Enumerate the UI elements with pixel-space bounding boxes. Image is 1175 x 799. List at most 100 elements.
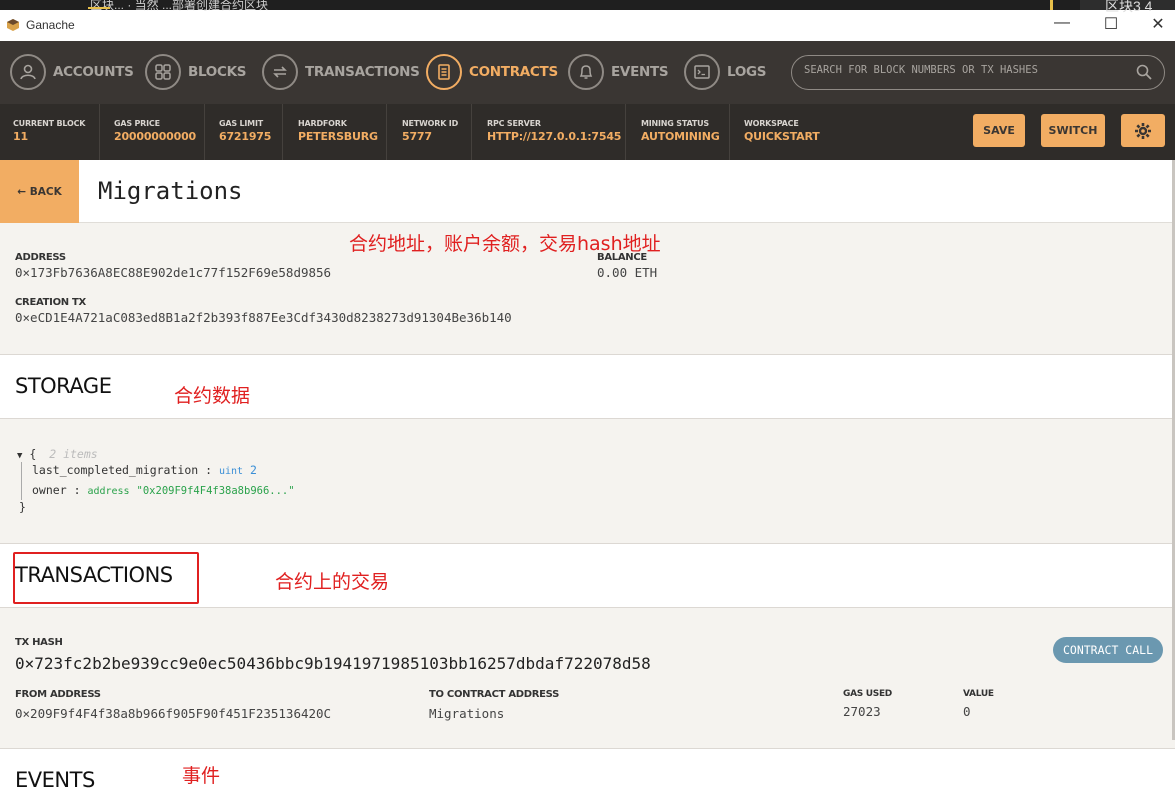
nav-transactions-label: TRANSACTIONS (305, 64, 420, 80)
to-contract-label: TO CONTRACT ADDRESS (429, 689, 560, 700)
value-label: VALUE (963, 689, 994, 699)
status-network-id: NETWORK ID 5777 (387, 104, 472, 160)
divider (0, 418, 1175, 419)
account-icon (10, 54, 46, 90)
contract-call-badge: CONTRACT CALL (1053, 637, 1163, 663)
status-hardfork: HARDFORK PETERSBURG (283, 104, 387, 160)
from-address-label: FROM ADDRESS (15, 689, 101, 700)
bell-icon (568, 54, 604, 90)
json-value: 2 (250, 463, 257, 477)
status-value: 20000000000 (114, 130, 196, 143)
nav-accounts-label: ACCOUNTS (53, 64, 134, 80)
status-label: GAS LIMIT (219, 119, 263, 128)
storage-json-open[interactable]: ▼ { 2 items (17, 447, 98, 461)
nav-transactions[interactable]: TRANSACTIONS (262, 53, 420, 91)
nav-contracts[interactable]: CONTRACTS (426, 53, 558, 91)
collapse-caret-icon[interactable]: ▼ (17, 451, 22, 461)
background-underline (88, 7, 110, 9)
json-tree-line (21, 462, 22, 500)
close-button[interactable]: ✕ (1148, 14, 1168, 34)
status-rpc-server: RPC SERVER HTTP://127.0.0.1:7545 (472, 104, 626, 160)
json-sep: : (73, 483, 81, 497)
switch-button[interactable]: SWITCH (1041, 114, 1105, 147)
contracts-icon (426, 54, 462, 90)
page-header: ← BACK Migrations (0, 160, 1175, 223)
nav-accounts[interactable]: ACCOUNTS (10, 53, 134, 91)
background-window-strip: 区块... · 当然 ...部署创建合约区块 区块3 4 (0, 0, 1175, 14)
search-input[interactable] (804, 64, 1124, 76)
storage-heading: STORAGE (15, 374, 112, 398)
gear-icon (1135, 122, 1151, 139)
tx-hash-label: TX HASH (15, 637, 63, 648)
contract-address: 0×173Fb7636A8EC88E902de1c77f152F69e58d98… (15, 265, 332, 280)
json-entry-owner: owner : address "0x209F9f4F4f38a8b966...… (32, 483, 295, 497)
status-label: HARDFORK (298, 119, 347, 128)
annotation-events: 事件 (182, 765, 221, 787)
nav-blocks[interactable]: BLOCKS (145, 53, 246, 91)
events-heading: EVENTS (15, 768, 95, 792)
nav-events-label: EVENTS (611, 64, 669, 80)
status-current-block: CURRENT BLOCK 11 (0, 104, 100, 160)
gas-used-label: GAS USED (843, 689, 892, 699)
ganache-logo-icon (7, 19, 19, 31)
creation-tx-hash: 0×eCD1E4A721aC083ed8B1a2f2b393f887Ee3Cdf… (15, 310, 512, 325)
nav-events[interactable]: EVENTS (568, 53, 669, 91)
search-box (791, 55, 1165, 90)
status-value: HTTP://127.0.0.1:7545 (487, 130, 622, 143)
json-open-brace: { (29, 447, 37, 461)
status-value: QUICKSTART (744, 130, 820, 143)
from-address: 0×209F9f4F4f38a8b966f905F90f451F23513642… (15, 706, 332, 721)
json-type: uint (218, 466, 244, 477)
background-marker (1050, 0, 1053, 10)
status-value: AUTOMINING (641, 130, 720, 143)
json-type: address (87, 486, 130, 497)
json-item-count: 2 items (49, 447, 98, 461)
json-key: last_completed_migration (32, 463, 199, 477)
nav-logs-label: LOGS (727, 64, 767, 80)
status-value: 6721975 (219, 130, 272, 143)
annotation-storage: 合约数据 (174, 385, 251, 407)
nav-blocks-label: BLOCKS (188, 64, 247, 80)
status-gas-price: GAS PRICE 20000000000 (100, 104, 205, 160)
status-label: RPC SERVER (487, 119, 541, 128)
json-key: owner (32, 483, 67, 497)
status-label: NETWORK ID (402, 119, 459, 128)
status-label: GAS PRICE (114, 119, 160, 128)
json-close-brace: } (19, 500, 26, 514)
status-value: 11 (13, 130, 28, 143)
json-entry-last-completed-migration: last_completed_migration : uint 2 (32, 463, 257, 477)
search-icon[interactable] (1136, 64, 1152, 80)
annotation-highlight-box (13, 552, 199, 604)
back-button[interactable]: ← BACK (0, 160, 79, 223)
page-title: Migrations (98, 177, 243, 205)
window-titlebar: 区块... · 当然 ...部署创建合约区块 区块3 4 Ganache — ☐… (0, 0, 1175, 41)
transactions-icon (262, 54, 298, 90)
maximize-button[interactable]: ☐ (1101, 14, 1121, 34)
settings-button[interactable] (1121, 114, 1165, 147)
window-title: Ganache (26, 18, 75, 32)
tx-value: 0 (963, 704, 971, 719)
status-value: 5777 (402, 130, 432, 143)
to-contract: Migrations (429, 706, 505, 721)
balance-label: BALANCE (597, 252, 647, 263)
status-workspace: WORKSPACE QUICKSTART (730, 104, 830, 160)
address-label: ADDRESS (15, 252, 66, 263)
nav-logs[interactable]: LOGS (684, 53, 767, 91)
status-label: WORKSPACE (744, 119, 799, 128)
status-mining: MINING STATUS AUTOMINING (626, 104, 730, 160)
annotation-transactions: 合约上的交易 (275, 571, 390, 593)
save-button[interactable]: SAVE (973, 114, 1025, 147)
terminal-icon (684, 54, 720, 90)
blocks-icon (145, 54, 181, 90)
contract-balance: 0.00 ETH (597, 265, 658, 280)
json-value[interactable]: "0x209F9f4F4f38a8b966..." (137, 485, 295, 497)
divider (0, 607, 1175, 608)
nav-contracts-label: CONTRACTS (469, 64, 558, 80)
status-label: MINING STATUS (641, 119, 709, 128)
json-sep: : (205, 463, 213, 477)
minimize-button[interactable]: — (1052, 14, 1072, 32)
status-gas-limit: GAS LIMIT 6721975 (205, 104, 283, 160)
tx-hash[interactable]: 0×723fc2b2be939cc9e0ec50436bbc9b19419719… (15, 654, 651, 673)
status-value: PETERSBURG (298, 130, 378, 143)
events-header-band (0, 749, 1175, 799)
